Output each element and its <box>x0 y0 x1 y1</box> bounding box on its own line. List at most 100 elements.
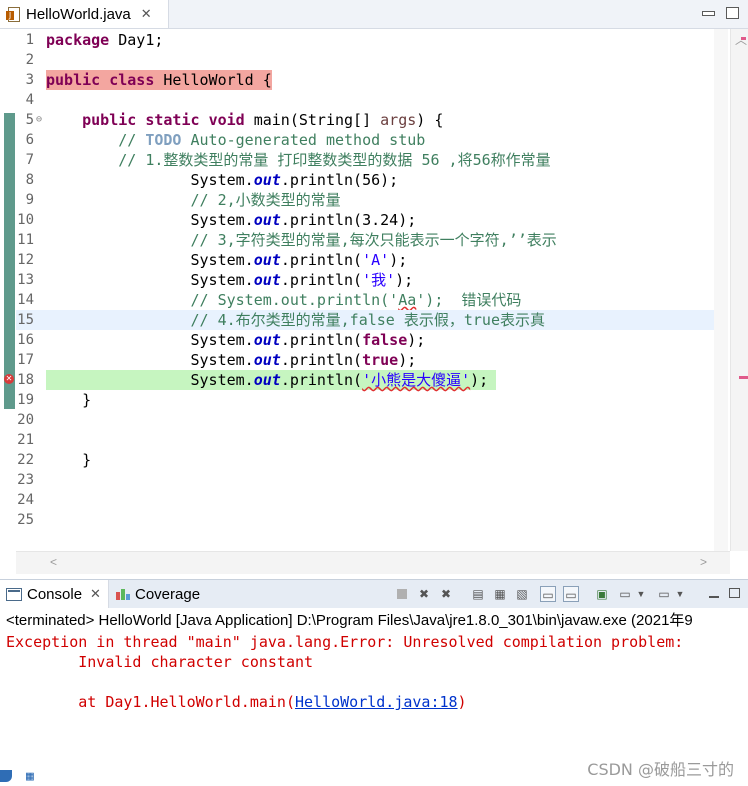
line-number: 18 <box>17 372 34 388</box>
code-line[interactable]: 5 ⊖ public static void main(String[] args… <box>16 110 714 130</box>
open-console-icon[interactable]: ▭ <box>656 586 672 602</box>
code-text[interactable]: System.out.println('我'); <box>46 270 413 290</box>
console-process-label: <terminated> HelloWorld [Java Applicatio… <box>6 612 693 629</box>
line-number: 16 <box>17 332 34 348</box>
console-output[interactable]: <terminated> HelloWorld [Java Applicatio… <box>0 608 748 786</box>
console-icon <box>6 587 22 601</box>
line-number: 20 <box>17 412 34 428</box>
code-text[interactable]: } <box>46 450 91 470</box>
close-icon[interactable]: ✕ <box>141 6 152 22</box>
exception-detail: Invalid character constant <box>6 653 314 671</box>
code-text[interactable]: System.out.println(true); <box>46 350 416 370</box>
watermark: CSDN @破船三寸的 <box>587 760 734 779</box>
line-number: 14 <box>17 292 34 308</box>
line-number: 1 <box>25 32 34 48</box>
code-text[interactable]: // TODO Auto-generated method stub <box>46 130 425 150</box>
code-text-area[interactable]: 1 package Day1; 2 3 public class HelloWorld … <box>16 29 714 551</box>
code-text[interactable]: } <box>46 390 91 410</box>
code-text[interactable]: System.out.println('小熊是大傻逼'); <box>46 370 488 390</box>
word-wrap-icon[interactable]: ▧ <box>514 586 530 602</box>
line-number: 21 <box>17 432 34 448</box>
code-line[interactable]: 12 System.out.println('A'); <box>16 250 714 270</box>
close-icon[interactable]: ✕ <box>90 586 101 602</box>
code-line[interactable]: 2 <box>16 50 714 70</box>
code-line[interactable]: 8 System.out.println(56); <box>16 170 714 190</box>
code-line[interactable]: 16 System.out.println(false); <box>16 330 714 350</box>
code-text[interactable]: // 3,字符类型的常量,每次只能表示一个字符,’’表示 <box>46 230 557 250</box>
code-line[interactable]: 23 <box>16 470 714 490</box>
code-line[interactable]: 11 // 3,字符类型的常量,每次只能表示一个字符,’’表示 <box>16 230 714 250</box>
line-number: 9 <box>25 192 34 208</box>
code-text[interactable]: System.out.println(3.24); <box>46 210 416 230</box>
line-number: 22 <box>17 452 34 468</box>
stack-trace-suffix: ) <box>457 693 467 711</box>
show-on-stderr-icon[interactable]: ▭ <box>563 586 579 602</box>
code-line[interactable]: 20 <box>16 410 714 430</box>
code-line[interactable]: 22 } <box>16 450 714 470</box>
code-line[interactable]: 24 <box>16 490 714 510</box>
code-text[interactable]: System.out.println(false); <box>46 330 425 350</box>
line-number: 17 <box>17 352 34 368</box>
error-overview-marker[interactable] <box>739 376 748 379</box>
exception-line: Exception in thread "main" java.lang.Err… <box>6 633 693 651</box>
chevron-down-icon[interactable]: ▼ <box>633 586 649 602</box>
code-text[interactable]: package Day1; <box>46 30 163 50</box>
horizontal-scrollbar[interactable]: < > <box>16 551 730 574</box>
terminate-icon[interactable] <box>394 586 410 602</box>
line-number: 13 <box>17 272 34 288</box>
line-number: 3 <box>25 72 34 88</box>
tab-coverage[interactable]: Coverage <box>112 580 222 608</box>
fold-toggle-icon[interactable]: ⊖ <box>36 110 42 130</box>
code-line[interactable]: 3 public class HelloWorld { <box>16 70 714 90</box>
vertical-scrollbar[interactable]: ︿ <box>730 29 748 551</box>
editor-tab-helloworld[interactable]: J HelloWorld.java ✕ <box>0 0 169 28</box>
code-line[interactable]: 15 // 4.布尔类型的常量,false 表示假，true表示真 <box>16 310 714 330</box>
code-text[interactable]: System.out.println(56); <box>46 170 398 190</box>
code-line[interactable]: 14 // System.out.println('Aa'); 错误代码 <box>16 290 714 310</box>
error-icon[interactable]: ✕ <box>4 374 14 384</box>
quick-diff-bar <box>4 113 15 409</box>
code-text[interactable]: public class HelloWorld { <box>46 70 272 90</box>
maximize-icon[interactable] <box>726 586 742 602</box>
error-overview-marker[interactable] <box>741 37 746 40</box>
code-text[interactable]: public static void main(String[] args) { <box>46 110 443 130</box>
minimize-icon[interactable] <box>706 586 722 602</box>
code-line[interactable]: 1 package Day1; <box>16 30 714 50</box>
stack-trace-line: at Day1.HelloWorld.main(HelloWorld.java:… <box>6 692 467 712</box>
console-tab-label: Console <box>27 585 83 603</box>
remove-launch-icon[interactable]: ✖ <box>416 586 432 602</box>
code-line[interactable]: 10 System.out.println(3.24); <box>16 210 714 230</box>
code-line[interactable]: 7 // 1.整数类型的常量 打印整数类型的数据 56 ,将56称作常量 <box>16 150 714 170</box>
clear-console-icon[interactable]: ▤ <box>470 586 486 602</box>
display-console-icon[interactable]: ▭ <box>617 586 633 602</box>
scroll-right-icon[interactable]: > <box>700 555 707 569</box>
chevron-down-icon[interactable]: ▼ <box>672 586 688 602</box>
scroll-left-icon[interactable]: < <box>50 555 57 569</box>
maximize-icon[interactable] <box>726 7 739 19</box>
line-number: 12 <box>17 252 34 268</box>
code-editor[interactable]: ✕ 1 package Day1; 2 3 public class HelloWorl… <box>0 29 748 574</box>
minimize-icon[interactable] <box>702 11 715 16</box>
code-line[interactable]: 25 <box>16 510 714 530</box>
code-text[interactable]: // 1.整数类型的常量 打印整数类型的数据 56 ,将56称作常量 <box>46 150 550 170</box>
code-text[interactable]: // System.out.println('Aa'); 错误代码 <box>46 290 522 310</box>
code-line[interactable]: 13 System.out.println('我'); <box>16 270 714 290</box>
code-text[interactable]: // 2,小数类型的常量 <box>46 190 341 210</box>
code-line[interactable]: 21 <box>16 430 714 450</box>
tab-console[interactable]: Console ✕ <box>0 580 109 608</box>
stack-trace-link[interactable]: HelloWorld.java:18 <box>295 693 458 711</box>
grid-icon[interactable]: ▦ <box>26 770 40 784</box>
scroll-lock-icon[interactable]: ▦ <box>492 586 508 602</box>
code-line[interactable]: 19 } <box>16 390 714 410</box>
remove-all-terminated-icon[interactable]: ✖ <box>438 586 454 602</box>
code-line[interactable]: 9 // 2,小数类型的常量 <box>16 190 714 210</box>
pin-console-icon[interactable]: ▣ <box>594 586 610 602</box>
show-on-stdout-icon[interactable]: ▭ <box>540 586 556 602</box>
eclipse-icon[interactable] <box>0 770 12 782</box>
code-text[interactable]: // 4.布尔类型的常量,false 表示假，true表示真 <box>46 310 546 330</box>
code-line[interactable]: 18 System.out.println('小熊是大傻逼'); <box>16 370 714 390</box>
code-line[interactable]: 6 // TODO Auto-generated method stub <box>16 130 714 150</box>
code-line[interactable]: 17 System.out.println(true); <box>16 350 714 370</box>
code-line[interactable]: 4 <box>16 90 714 110</box>
code-text[interactable]: System.out.println('A'); <box>46 250 407 270</box>
